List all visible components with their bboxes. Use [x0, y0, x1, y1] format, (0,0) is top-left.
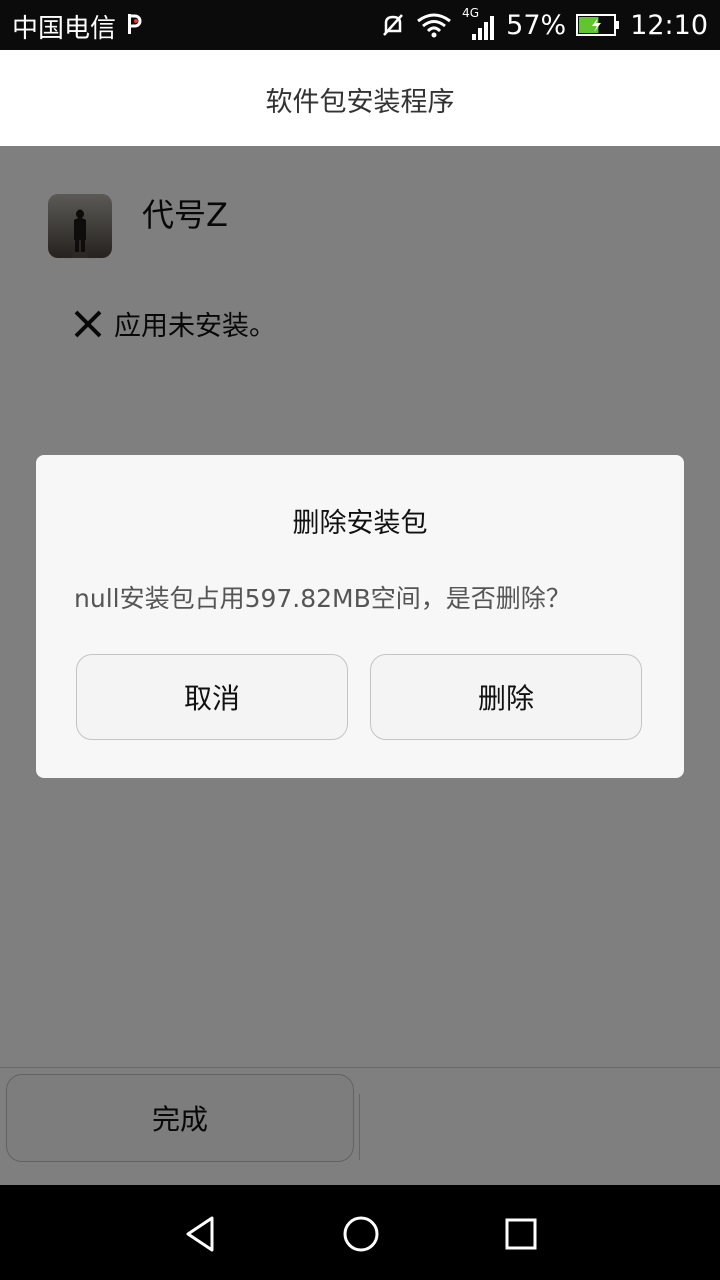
- navigation-bar: [0, 1185, 720, 1280]
- back-icon[interactable]: [178, 1210, 226, 1258]
- delete-button[interactable]: 删除: [370, 654, 642, 740]
- p-icon: [128, 14, 142, 34]
- battery-icon: [576, 14, 620, 36]
- recents-icon[interactable]: [497, 1210, 545, 1258]
- delete-package-dialog: 删除安装包 null安装包占用597.82MB空间，是否删除？ 取消 删除: [36, 455, 684, 778]
- home-icon[interactable]: [337, 1210, 385, 1258]
- page-title: 软件包安装程序: [265, 87, 455, 118]
- dialog-title: 删除安装包: [292, 508, 428, 539]
- cancel-button[interactable]: 取消: [76, 654, 348, 740]
- battery-percent: 57%: [506, 9, 567, 41]
- dialog-message: null安装包占用597.82MB空间，是否删除？: [74, 584, 571, 613]
- status-bar: 中国电信 4G 57% 12:10: [0, 0, 720, 50]
- mute-icon: [383, 14, 404, 36]
- carrier-name: 中国电信: [12, 14, 117, 44]
- clock: 12:10: [630, 9, 708, 41]
- signal-icon: [472, 16, 495, 40]
- title-bar: 软件包安装程序: [0, 50, 720, 147]
- cell-signal: 4G: [462, 6, 496, 42]
- wifi-icon: [417, 13, 452, 38]
- status-icons: 4G 57% 12:10: [380, 0, 708, 50]
